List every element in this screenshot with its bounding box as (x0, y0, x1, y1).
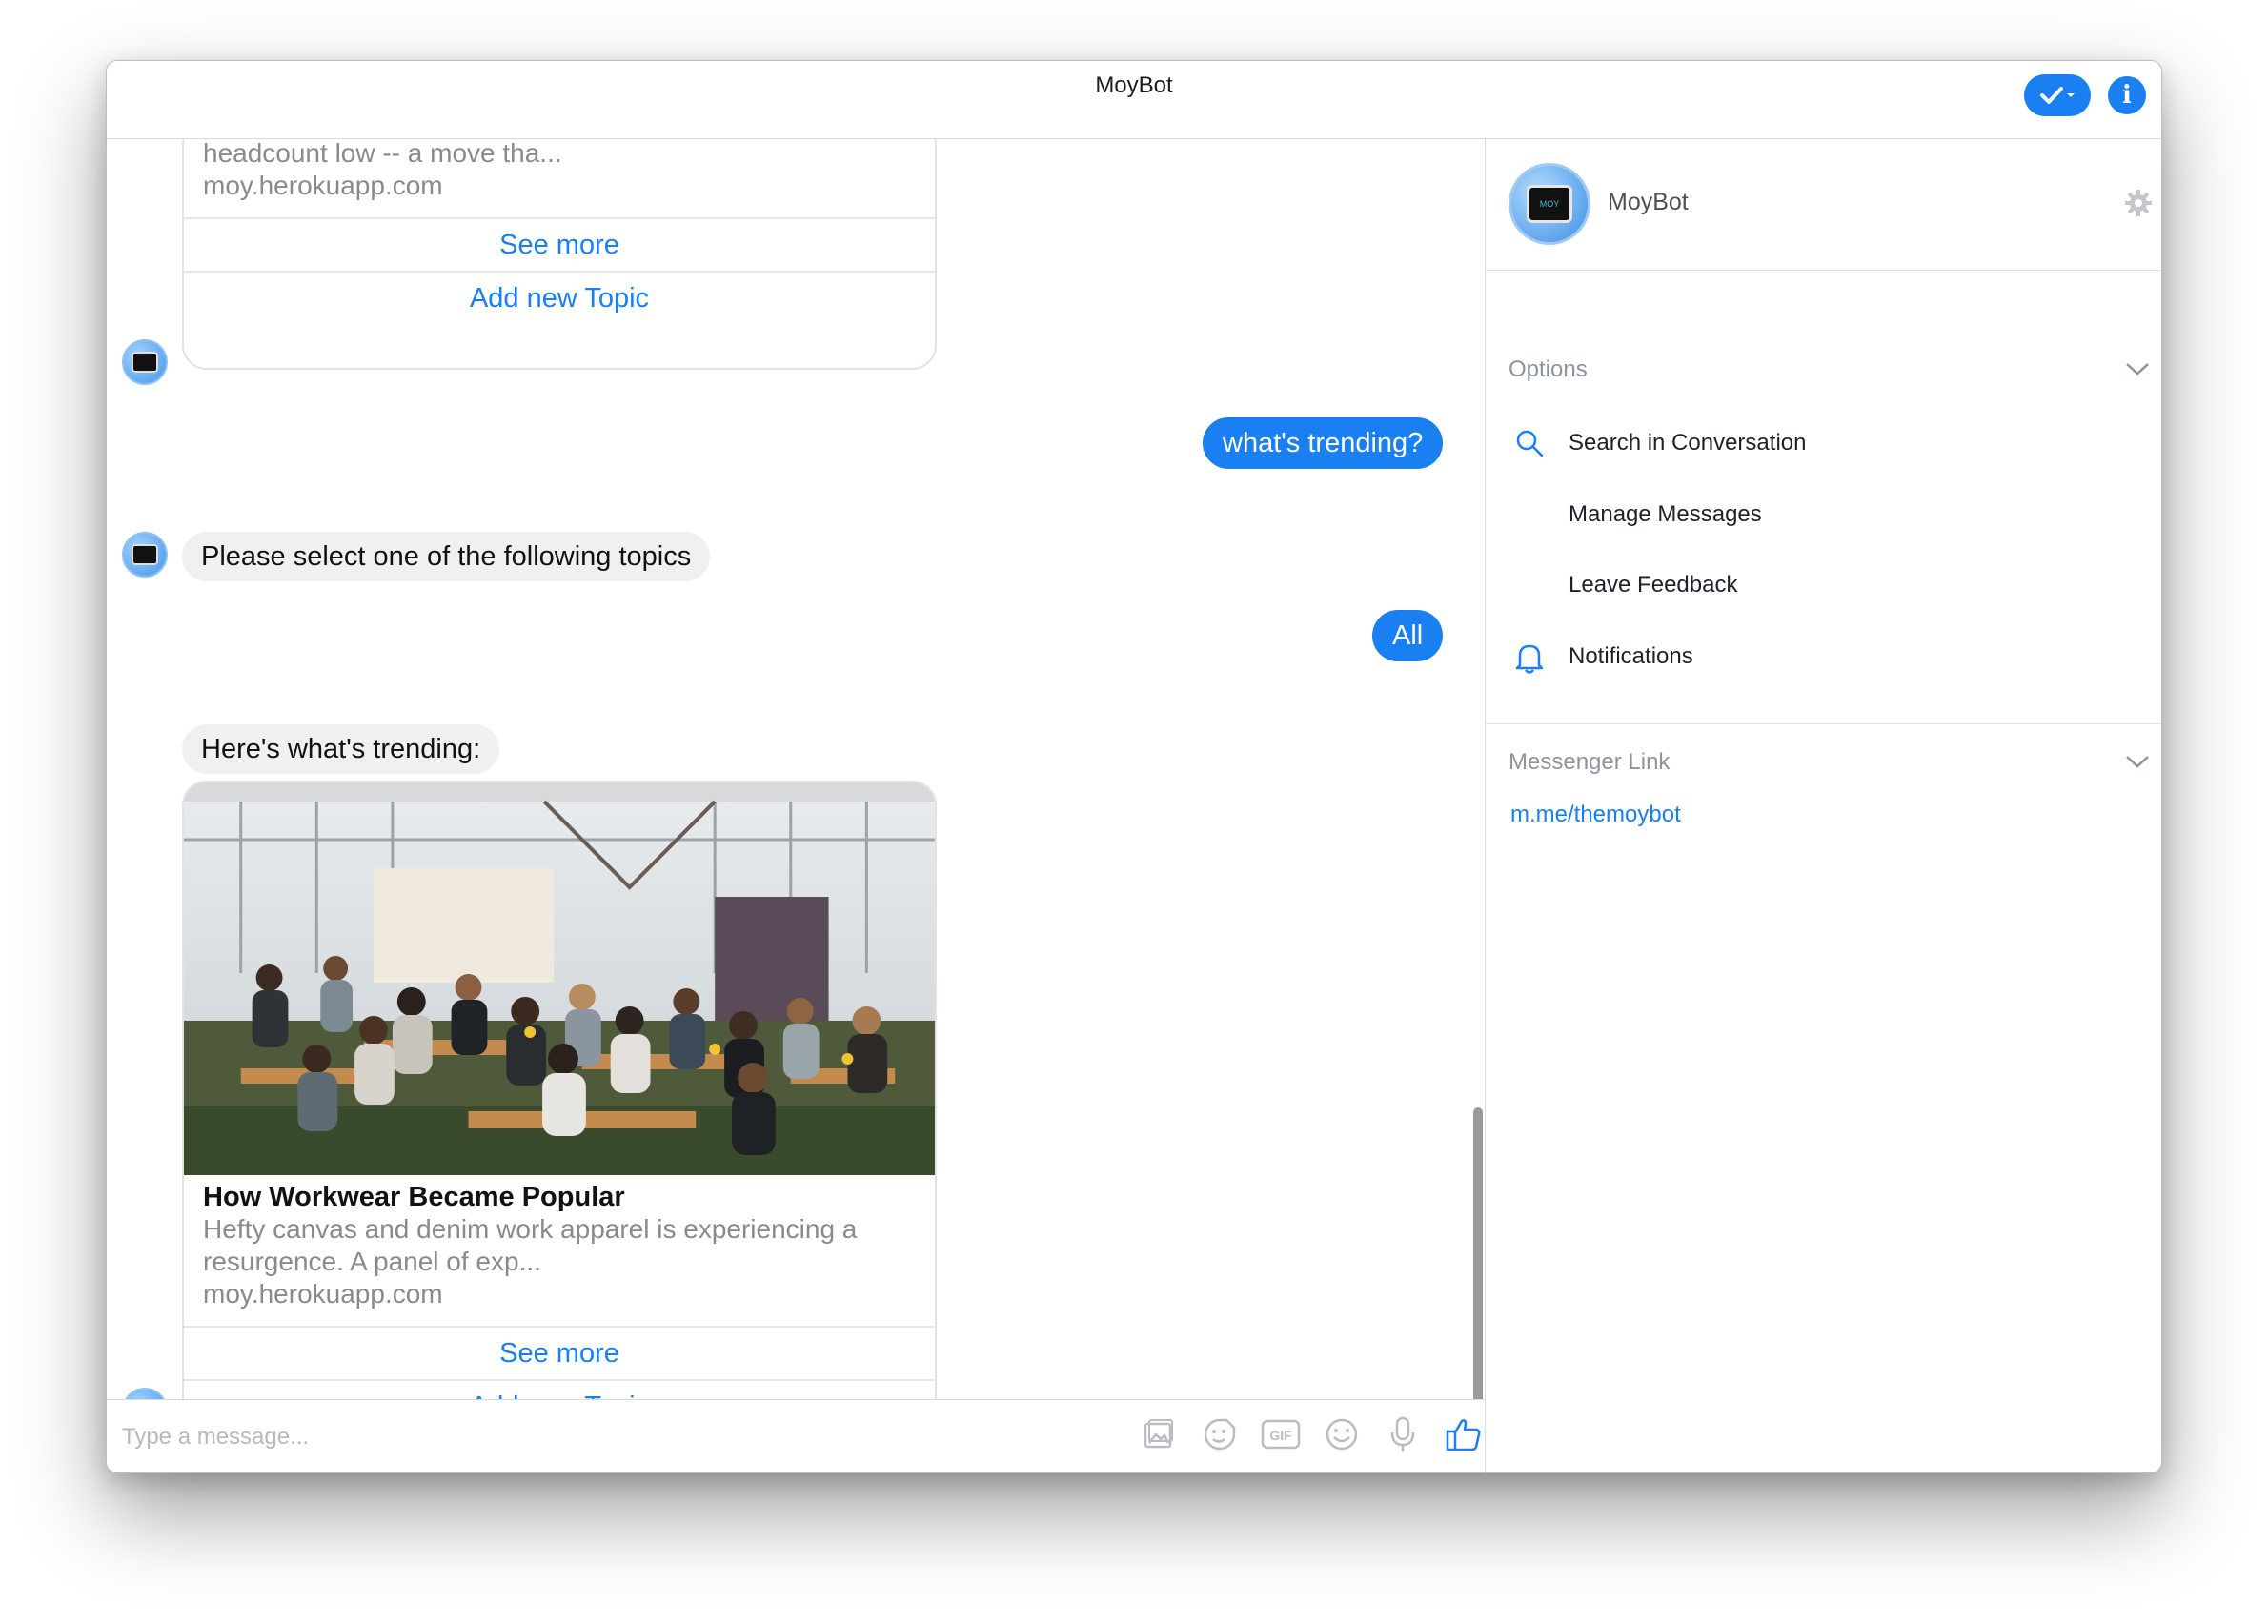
card-domain: moy.herokuapp.com (203, 171, 443, 200)
incoming-message: Please select one of the following topic… (182, 532, 711, 581)
card-description-line: Hefty canvas and denim work apparel is e… (203, 1214, 858, 1244)
outgoing-message: what's trending? (1203, 417, 1444, 469)
search-icon (1516, 430, 1544, 457)
info-icon: i (2122, 81, 2132, 110)
avatar-text: MOY (1527, 185, 1572, 223)
window-title: MoyBot (1095, 72, 1173, 98)
sticker-icon[interactable] (1200, 1413, 1240, 1455)
gear-icon[interactable] (2124, 189, 2153, 217)
messenger-window: MoyBot i headcount low -- a move tha... … (106, 60, 2162, 1473)
bell-icon (1515, 644, 1544, 674)
message-composer: Type a message... GIF (107, 1399, 1485, 1472)
check-icon (2040, 87, 2075, 104)
add-new-topic-button[interactable]: Add new Topic (184, 1379, 935, 1399)
bot-avatar (122, 1388, 168, 1399)
card-description: Hefty canvas and denim work apparel is e… (203, 1213, 916, 1278)
like-icon[interactable] (1444, 1413, 1484, 1455)
bot-avatar-large[interactable]: MOY (1509, 163, 1590, 245)
see-more-button[interactable]: See more (184, 217, 935, 271)
image-icon[interactable] (1139, 1413, 1179, 1455)
outgoing-message: All (1372, 610, 1444, 661)
composer-toolbar: GIF (1139, 1413, 1484, 1455)
emoji-icon[interactable] (1322, 1413, 1362, 1455)
profile-header: MOY MoyBot (1486, 139, 2161, 271)
chevron-down-icon[interactable] (2125, 754, 2150, 769)
link-card: headcount low -- a move tha... moy.herok… (182, 139, 937, 370)
chat-scrollbar[interactable] (1473, 1107, 1483, 1399)
article-image[interactable] (184, 782, 935, 1175)
card-domain: moy.herokuapp.com (203, 1279, 443, 1309)
messenger-link-header[interactable]: Messenger Link (1509, 749, 1670, 776)
chevron-down-icon[interactable] (2125, 361, 2150, 376)
card-description-line: resurgence. A panel of exp... (203, 1247, 541, 1276)
card-meta: How Workwear Became Popular Hefty canvas… (184, 1175, 935, 1326)
microphone-icon[interactable] (1383, 1413, 1423, 1455)
gif-icon[interactable]: GIF (1261, 1413, 1301, 1455)
card-description: headcount low -- a move tha... (203, 139, 562, 168)
profile-name[interactable]: MoyBot (1608, 189, 1689, 216)
section-divider (1486, 723, 2161, 724)
message-input[interactable]: Type a message... (122, 1424, 309, 1451)
incoming-message: Here's what's trending: (182, 724, 500, 774)
see-more-button[interactable]: See more (184, 1326, 935, 1379)
manage-messages-option[interactable]: Manage Messages (1569, 501, 1762, 528)
options-header[interactable]: Options (1509, 356, 1588, 383)
article-card: How Workwear Became Popular Hefty canvas… (182, 781, 937, 1399)
gif-label: GIF (1269, 1428, 1292, 1443)
card-title[interactable]: How Workwear Became Popular (203, 1181, 916, 1213)
messenger-link[interactable]: m.me/themoybot (1510, 802, 1681, 828)
card-meta: headcount low -- a move tha... moy.herok… (184, 139, 935, 217)
search-in-conversation-option[interactable]: Search in Conversation (1569, 430, 1806, 457)
leave-feedback-option[interactable]: Leave Feedback (1569, 572, 1737, 599)
bot-avatar (122, 532, 168, 578)
title-bar: MoyBot i (107, 61, 2161, 139)
status-toggle-button[interactable] (2024, 74, 2091, 116)
conversation-pane[interactable]: headcount low -- a move tha... moy.herok… (107, 139, 1485, 1399)
details-sidebar: MOY MoyBot Options Search in Conversatio… (1486, 139, 2161, 1472)
add-new-topic-button[interactable]: Add new Topic (184, 271, 935, 324)
info-button[interactable]: i (2108, 76, 2146, 114)
notifications-option[interactable]: Notifications (1569, 643, 1693, 670)
bot-avatar (122, 339, 168, 385)
